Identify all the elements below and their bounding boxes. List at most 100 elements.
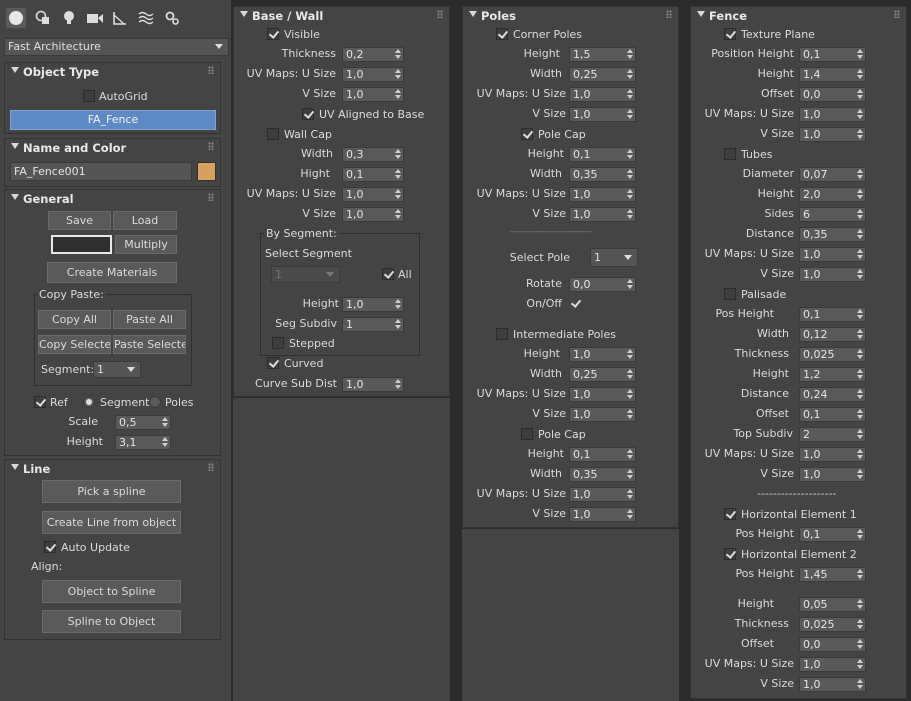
spinner-arrows-icon[interactable] <box>857 129 863 140</box>
h1-pos-height-spinner[interactable]: 0,1 <box>799 527 866 542</box>
height-spinner[interactable]: 1,4 <box>799 67 866 82</box>
texture-plane-checkbox[interactable] <box>724 28 736 40</box>
cap-height-spinner[interactable]: 0,1 <box>569 147 636 162</box>
spinner-arrows-icon[interactable] <box>857 409 863 420</box>
tubes-distance-spinner[interactable]: 0,35 <box>799 227 866 242</box>
create-line-button[interactable]: Create Line from object <box>42 511 181 534</box>
i-uv-u-size-spinner[interactable]: 1,0 <box>569 387 636 402</box>
h-height-spinner[interactable]: 0,05 <box>799 597 866 612</box>
spinner-arrows-icon[interactable] <box>395 299 401 310</box>
spinner-arrows-icon[interactable] <box>395 89 401 100</box>
spinner-arrows-icon[interactable] <box>857 369 863 380</box>
multiply-button[interactable]: Multiply <box>115 235 177 254</box>
spinner-arrows-icon[interactable] <box>857 209 863 220</box>
spinner-arrows-icon[interactable] <box>162 417 168 428</box>
spinner-arrows-icon[interactable] <box>857 229 863 240</box>
uv-aligned-checkbox[interactable] <box>302 108 314 120</box>
uv-u-size-spinner[interactable]: 1,0 <box>569 87 636 102</box>
spinner-arrows-icon[interactable] <box>857 449 863 460</box>
copy-all-button[interactable]: Copy All <box>38 310 111 329</box>
helpers-icon[interactable] <box>110 8 130 28</box>
camera-icon[interactable] <box>85 8 105 28</box>
paste-all-button[interactable]: Paste All <box>113 310 186 329</box>
seg-height-spinner[interactable]: 1,0 <box>342 297 404 312</box>
spinner-arrows-icon[interactable] <box>627 389 633 400</box>
select-pole-dropdown[interactable]: 1 <box>590 248 638 267</box>
width-spinner[interactable]: 0,3 <box>342 147 404 162</box>
spinner-arrows-icon[interactable] <box>857 529 863 540</box>
intermediate-poles-checkbox[interactable] <box>496 328 508 340</box>
top-subdiv-spinner[interactable]: 2 <box>799 427 866 442</box>
ic-height-spinner[interactable]: 0,1 <box>569 447 636 462</box>
h-offset-spinner[interactable]: 0,0 <box>799 637 866 652</box>
spinner-arrows-icon[interactable] <box>857 329 863 340</box>
v-size-spinner[interactable]: 1,0 <box>799 127 866 142</box>
stepped-checkbox[interactable] <box>272 337 284 349</box>
spinner-arrows-icon[interactable] <box>857 49 863 60</box>
paste-selected-button[interactable]: Paste Selected <box>113 335 186 354</box>
palisade-thickness-spinner[interactable]: 0,025 <box>799 347 866 362</box>
palisade-v-size-spinner[interactable]: 1,0 <box>799 467 866 482</box>
wall-cap-checkbox[interactable] <box>267 128 279 140</box>
spinner-arrows-icon[interactable] <box>857 169 863 180</box>
height-spinner[interactable]: 3,1 <box>115 435 171 450</box>
spinner-arrows-icon[interactable] <box>395 169 401 180</box>
curved-checkbox[interactable] <box>267 357 279 369</box>
tubes-v-size-spinner[interactable]: 1,0 <box>799 267 866 282</box>
tubes-uv-u-size-spinner[interactable]: 1,0 <box>799 247 866 262</box>
ic-uv-u-size-spinner[interactable]: 1,0 <box>569 487 636 502</box>
cap-v-size-spinner[interactable]: 1,0 <box>569 207 636 222</box>
palisade-checkbox[interactable] <box>724 288 736 300</box>
systems-icon[interactable] <box>162 8 182 28</box>
spinner-arrows-icon[interactable] <box>162 437 168 448</box>
spinner-arrows-icon[interactable] <box>395 319 401 330</box>
ic-v-size-spinner[interactable]: 1,0 <box>569 507 636 522</box>
uv-u-size-spinner[interactable]: 1,0 <box>799 107 866 122</box>
material-swatch[interactable] <box>51 235 112 254</box>
spinner-arrows-icon[interactable] <box>857 569 863 580</box>
v-size-spinner-2[interactable]: 1,0 <box>342 207 404 222</box>
spinner-arrows-icon[interactable] <box>857 349 863 360</box>
spinner-arrows-icon[interactable] <box>857 89 863 100</box>
diameter-spinner[interactable]: 0,07 <box>799 167 866 182</box>
corner-poles-checkbox[interactable] <box>496 28 508 40</box>
segment-radio[interactable] <box>83 396 95 408</box>
poles-radio[interactable] <box>149 396 161 408</box>
rollout-header[interactable]: General <box>5 190 220 208</box>
auto-update-checkbox[interactable] <box>44 541 56 553</box>
hight-spinner[interactable]: 0,1 <box>342 167 404 182</box>
h-v-size-spinner[interactable]: 1,0 <box>799 677 866 692</box>
spinner-arrows-icon[interactable] <box>857 429 863 440</box>
rollout-header[interactable]: Line <box>5 460 220 478</box>
spinner-arrows-icon[interactable] <box>857 389 863 400</box>
scale-spinner[interactable]: 0,5 <box>115 415 171 430</box>
i-width-spinner[interactable]: 0,25 <box>569 367 636 382</box>
ref-checkbox[interactable] <box>34 396 46 408</box>
i-pole-cap-checkbox[interactable] <box>521 428 533 440</box>
rollout-header[interactable]: Poles <box>463 7 678 25</box>
select-segment-dropdown[interactable]: 1 <box>271 266 340 283</box>
position-height-spinner[interactable]: 0,1 <box>799 47 866 62</box>
spinner-arrows-icon[interactable] <box>627 209 633 220</box>
autogrid-checkbox[interactable] <box>83 90 95 102</box>
spinner-arrows-icon[interactable] <box>627 349 633 360</box>
spinner-arrows-icon[interactable] <box>857 249 863 260</box>
palisade-pos-height-spinner[interactable]: 0,1 <box>799 307 866 322</box>
spinner-arrows-icon[interactable] <box>857 189 863 200</box>
pole-cap-checkbox[interactable] <box>521 128 533 140</box>
rollout-header[interactable]: Fence <box>691 7 906 25</box>
sphere-icon[interactable] <box>6 8 26 28</box>
spinner-arrows-icon[interactable] <box>627 149 633 160</box>
shapes-icon[interactable] <box>33 8 53 28</box>
on-off-checkbox[interactable] <box>569 297 581 309</box>
offset-spinner[interactable]: 0,0 <box>799 87 866 102</box>
spinner-arrows-icon[interactable] <box>857 679 863 690</box>
curve-sub-dist-spinner[interactable]: 1,0 <box>342 377 404 392</box>
uv-u-size-spinner[interactable]: 1,0 <box>342 67 404 82</box>
i-v-size-spinner[interactable]: 1,0 <box>569 407 636 422</box>
h-thickness-spinner[interactable]: 0,025 <box>799 617 866 632</box>
visible-checkbox[interactable] <box>267 28 279 40</box>
spinner-arrows-icon[interactable] <box>627 109 633 120</box>
pick-spline-button[interactable]: Pick a spline <box>42 480 181 503</box>
palisade-distance-spinner[interactable]: 0,24 <box>799 387 866 402</box>
